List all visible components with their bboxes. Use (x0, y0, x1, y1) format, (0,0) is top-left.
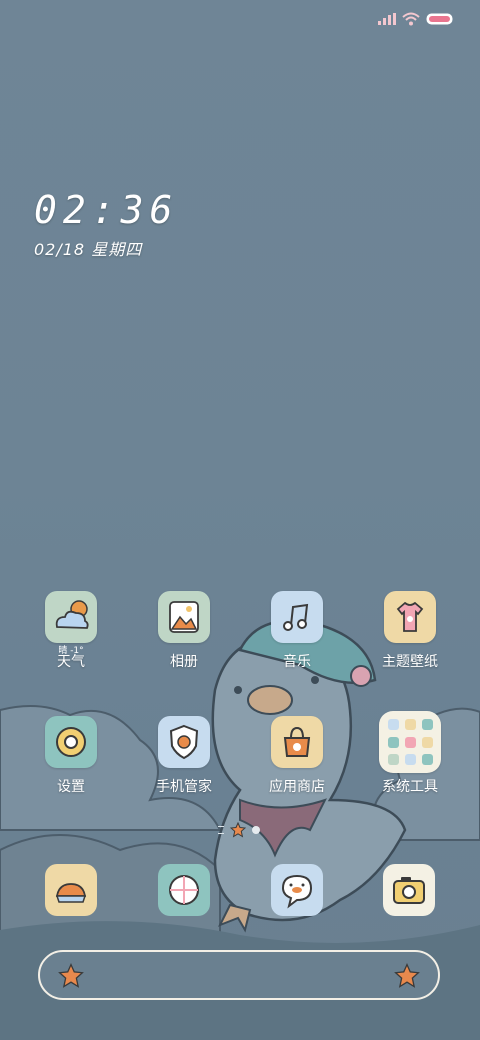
clock-time: 02:36 (34, 188, 179, 232)
app-settings[interactable]: 设置 (19, 716, 123, 796)
app-music[interactable]: 音乐 (245, 591, 349, 671)
clock-date: 02/18 星期四 (34, 240, 143, 259)
clock-widget[interactable]: 02:36 02/18 星期四 (34, 188, 178, 260)
app-label: 应用商店 (269, 779, 325, 795)
page-indicator[interactable] (218, 822, 260, 838)
app-store[interactable]: 应用商店 (245, 716, 349, 796)
page-indicator-dot (252, 826, 260, 834)
security-shield-icon (158, 716, 210, 768)
tools-folder-icon (379, 711, 441, 773)
app-phone-manager[interactable]: 手机管家 (132, 716, 236, 796)
dock-browser[interactable] (158, 864, 210, 916)
browser-duck-icon (169, 875, 199, 905)
star-flower-icon (58, 963, 84, 988)
app-label: 手机管家 (156, 779, 212, 795)
app-label: 系统工具 (382, 779, 438, 795)
search-bar[interactable] (38, 950, 440, 1000)
app-theme[interactable]: 主题壁纸 (358, 591, 462, 671)
theme-shirt-icon (384, 591, 436, 643)
dock-phone[interactable] (45, 864, 97, 916)
store-bag-icon (271, 716, 323, 768)
settings-gear-icon (45, 716, 97, 768)
dock-messages[interactable] (271, 864, 323, 916)
music-icon (271, 591, 323, 643)
app-gallery[interactable]: 相册 (132, 591, 236, 671)
wifi-icon (402, 12, 420, 26)
weather-icon: 晴 -1° (45, 591, 97, 656)
folder-system-tools[interactable]: 系统工具 (358, 711, 462, 796)
weather-sublabel: 晴 -1° (58, 646, 84, 656)
camera-icon (393, 877, 425, 904)
signal-bars-icon (378, 13, 396, 25)
app-label: 主题壁纸 (382, 654, 438, 670)
status-bar (378, 12, 454, 26)
app-label: 设置 (57, 779, 85, 795)
dock-camera[interactable] (383, 864, 435, 916)
messages-duck-icon (281, 874, 313, 909)
star-flower-icon (394, 963, 420, 988)
app-label: 音乐 (283, 654, 311, 670)
app-weather[interactable]: 晴 -1° 天气 (19, 591, 123, 671)
gallery-icon (158, 591, 210, 643)
page-indicator-current-icon (230, 822, 246, 838)
phone-duck-icon (55, 883, 87, 903)
battery-icon (426, 13, 453, 25)
page-indicator-menu-icon (218, 826, 224, 834)
app-label: 相册 (170, 654, 198, 670)
